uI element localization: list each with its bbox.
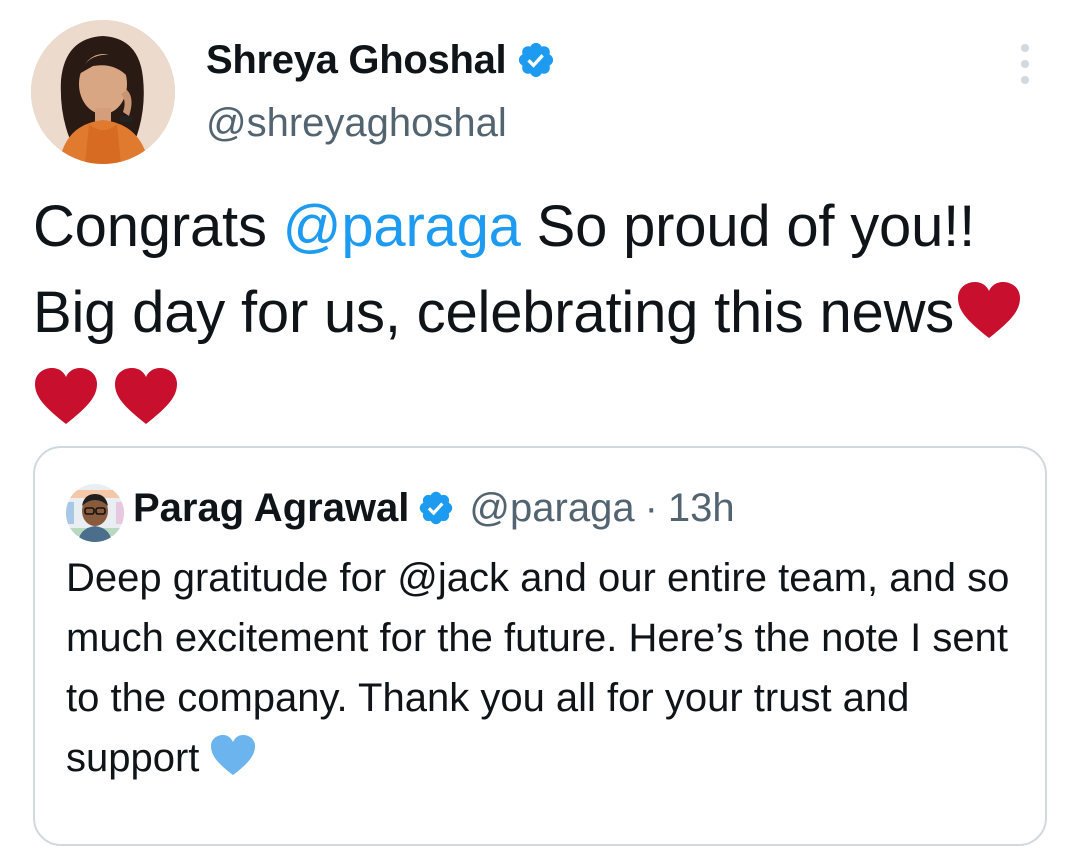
quoted-tweet-text: Deep gratitude for @jack and our entire … <box>66 548 1026 788</box>
blue-heart-icon <box>211 735 256 775</box>
author-name-row[interactable]: Shreya Ghoshal <box>206 34 556 86</box>
author-avatar[interactable] <box>31 20 175 164</box>
quoted-text-body: Deep gratitude for @jack and our entire … <box>66 556 1010 780</box>
quoted-display-name[interactable]: Parag Agrawal <box>133 486 409 531</box>
quoted-timestamp[interactable]: 13h <box>668 486 735 531</box>
tweet-text: Congrats @paraga So proud of you!! Big d… <box>33 184 1043 442</box>
more-dot <box>1021 44 1029 52</box>
quoted-tweet-card[interactable]: Parag Agrawal @paraga · 13h Deep gratitu… <box>33 446 1047 846</box>
red-heart-icon <box>115 368 177 424</box>
mention-link[interactable]: @paraga <box>283 194 521 259</box>
quoted-author-avatar[interactable] <box>66 484 124 542</box>
tweet: Shreya Ghoshal @shreyaghoshal Congrats @… <box>0 0 1080 846</box>
verified-badge-icon <box>519 42 554 78</box>
author-handle[interactable]: @shreyaghoshal <box>206 101 507 146</box>
more-dot <box>1021 76 1029 84</box>
more-dot <box>1021 60 1029 68</box>
quoted-header[interactable]: Parag Agrawal @paraga · 13h <box>133 480 735 536</box>
quoted-avatar-image <box>66 484 124 542</box>
tweet-text-part1: Congrats <box>33 194 283 259</box>
separator-dot: · <box>644 485 658 530</box>
verified-badge-icon <box>420 491 453 525</box>
avatar-image <box>31 20 175 164</box>
red-heart-icon <box>958 282 1021 338</box>
more-options-icon[interactable] <box>1013 44 1037 84</box>
author-display-name[interactable]: Shreya Ghoshal <box>206 38 507 83</box>
quoted-handle[interactable]: @paraga <box>469 486 634 531</box>
red-heart-icon <box>35 368 97 424</box>
